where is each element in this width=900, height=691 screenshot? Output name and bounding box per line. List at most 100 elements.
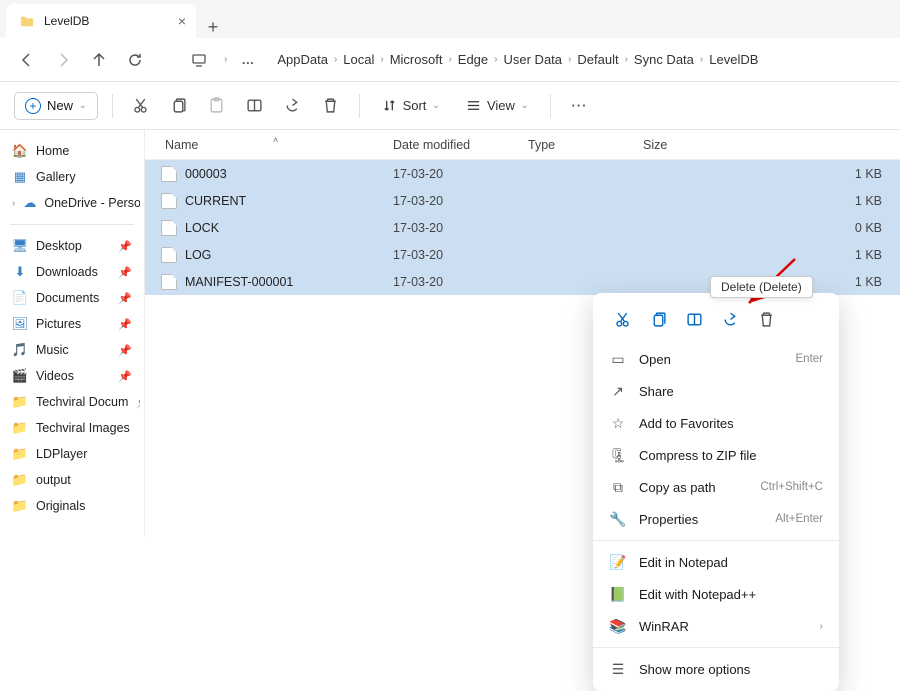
open-icon: ▭ xyxy=(609,350,627,368)
file-icon xyxy=(161,274,177,290)
column-date[interactable]: Date modified xyxy=(393,138,528,152)
sidebar-item-folder[interactable]: 📁Originals xyxy=(4,493,140,519)
tab-bar: LevelDB × + xyxy=(0,0,900,38)
sidebar-item-desktop[interactable]: 🖥Desktop📌 xyxy=(4,233,140,259)
ctx-quick-actions xyxy=(593,299,839,343)
sidebar-item-music[interactable]: 🎵Music📌 xyxy=(4,337,140,363)
file-icon xyxy=(161,220,177,236)
ctx-share-icon[interactable] xyxy=(715,305,745,333)
ctx-more-options[interactable]: ☰Show more options xyxy=(593,653,839,685)
path-icon: ⧉ xyxy=(609,478,627,496)
view-button[interactable]: View ⌄ xyxy=(458,94,537,117)
sort-icon xyxy=(382,98,397,113)
documents-icon: 📄 xyxy=(12,290,28,306)
breadcrumb: AppData› Local› Microsoft› Edge› User Da… xyxy=(277,52,758,67)
file-date: 17-03-20 xyxy=(393,275,528,289)
file-row[interactable]: 00000317-03-201 KB xyxy=(145,160,900,187)
ctx-zip[interactable]: 🗜Compress to ZIP file xyxy=(593,439,839,471)
ctx-favorites[interactable]: ☆Add to Favorites xyxy=(593,407,839,439)
file-size: 1 KB xyxy=(643,167,900,181)
ctx-rename-icon[interactable] xyxy=(679,305,709,333)
pin-icon: 📌 xyxy=(118,292,132,305)
sidebar-item-folder[interactable]: 📁output xyxy=(4,467,140,493)
pc-icon[interactable] xyxy=(188,49,210,71)
column-type[interactable]: Type xyxy=(528,138,643,152)
videos-icon: 🎬 xyxy=(12,368,28,384)
crumb[interactable]: Microsoft xyxy=(390,52,443,67)
sidebar-item-folder[interactable]: 📁Techviral Docum📌 xyxy=(4,389,140,415)
sidebar-item-gallery[interactable]: ▦Gallery xyxy=(4,164,140,190)
crumb[interactable]: LevelDB xyxy=(709,52,758,67)
crumb[interactable]: AppData xyxy=(277,52,328,67)
ctx-open[interactable]: ▭OpenEnter xyxy=(593,343,839,375)
more-icon[interactable]: ··· xyxy=(565,92,593,120)
ctx-cut-icon[interactable] xyxy=(607,305,637,333)
copy-icon[interactable] xyxy=(165,92,193,120)
nav-bar: › … AppData› Local› Microsoft› Edge› Use… xyxy=(0,38,900,82)
cut-icon[interactable] xyxy=(127,92,155,120)
sidebar-item-pictures[interactable]: 🖼Pictures📌 xyxy=(4,311,140,337)
sidebar-item-folder[interactable]: 📁Techviral Images xyxy=(4,415,140,441)
folder-icon: 📁 xyxy=(12,420,28,436)
crumb[interactable]: Edge xyxy=(458,52,488,67)
forward-button[interactable] xyxy=(52,49,74,71)
file-date: 17-03-20 xyxy=(393,194,528,208)
gallery-icon: ▦ xyxy=(12,169,28,185)
crumb[interactable]: Sync Data xyxy=(634,52,694,67)
star-icon: ☆ xyxy=(609,414,627,432)
ctx-notepad[interactable]: 📝Edit in Notepad xyxy=(593,546,839,578)
sidebar-item-downloads[interactable]: ⬇Downloads📌 xyxy=(4,259,140,285)
file-row[interactable]: CURRENT17-03-201 KB xyxy=(145,187,900,214)
ctx-delete-icon[interactable] xyxy=(751,305,781,333)
ctx-winrar[interactable]: 📚WinRAR› xyxy=(593,610,839,642)
ctx-copy-icon[interactable] xyxy=(643,305,673,333)
crumb[interactable]: User Data xyxy=(504,52,563,67)
pin-icon: 📌 xyxy=(118,370,132,383)
pin-icon: 📌 xyxy=(136,396,140,409)
ctx-properties[interactable]: 🔧PropertiesAlt+Enter xyxy=(593,503,839,535)
tab-leveldb[interactable]: LevelDB × xyxy=(6,4,196,38)
more-path-icon[interactable]: … xyxy=(241,49,255,71)
sidebar-item-onedrive[interactable]: ›☁OneDrive - Persona xyxy=(4,190,140,216)
share-icon[interactable] xyxy=(279,92,307,120)
music-icon: 🎵 xyxy=(12,342,28,358)
column-size[interactable]: Size xyxy=(643,138,900,152)
sidebar-item-folder[interactable]: 📁LDPlayer xyxy=(4,441,140,467)
notepad-icon: 📝 xyxy=(609,553,627,571)
rename-icon[interactable] xyxy=(241,92,269,120)
sort-asc-icon: ˄ xyxy=(273,135,278,145)
file-size: 1 KB xyxy=(643,194,900,208)
view-label: View xyxy=(487,98,515,113)
ctx-notepadpp[interactable]: 📗Edit with Notepad++ xyxy=(593,578,839,610)
main-area: 🏠Home ▦Gallery ›☁OneDrive - Persona 🖥Des… xyxy=(0,130,900,537)
winrar-icon: 📚 xyxy=(609,617,627,635)
column-name[interactable]: Name˄ xyxy=(145,138,393,152)
close-icon[interactable]: × xyxy=(178,13,186,29)
new-tab-button[interactable]: + xyxy=(196,17,230,38)
sidebar-item-home[interactable]: 🏠Home xyxy=(4,138,140,164)
new-button[interactable]: + New ⌄ xyxy=(14,92,98,120)
crumb[interactable]: Local xyxy=(343,52,374,67)
file-date: 17-03-20 xyxy=(393,221,528,235)
sidebar-item-documents[interactable]: 📄Documents📌 xyxy=(4,285,140,311)
delete-icon[interactable] xyxy=(317,92,345,120)
back-button[interactable] xyxy=(16,49,38,71)
zip-icon: 🗜 xyxy=(609,446,627,464)
plus-icon: + xyxy=(25,98,41,114)
pin-icon: 📌 xyxy=(118,266,132,279)
sort-button[interactable]: Sort ⌄ xyxy=(374,94,448,117)
file-date: 17-03-20 xyxy=(393,248,528,262)
file-icon xyxy=(161,193,177,209)
up-button[interactable] xyxy=(88,49,110,71)
file-row[interactable]: LOG17-03-201 KB xyxy=(145,241,900,268)
refresh-button[interactable] xyxy=(124,49,146,71)
command-bar: + New ⌄ Sort ⌄ View ⌄ ··· xyxy=(0,82,900,130)
paste-icon[interactable] xyxy=(203,92,231,120)
ctx-share[interactable]: ↗Share xyxy=(593,375,839,407)
ctx-copypath[interactable]: ⧉Copy as pathCtrl+Shift+C xyxy=(593,471,839,503)
sidebar-item-videos[interactable]: 🎬Videos📌 xyxy=(4,363,140,389)
file-row[interactable]: LOCK17-03-200 KB xyxy=(145,214,900,241)
file-name: LOG xyxy=(185,248,211,262)
chevron-down-icon: ⌄ xyxy=(79,100,87,111)
crumb[interactable]: Default xyxy=(577,52,618,67)
